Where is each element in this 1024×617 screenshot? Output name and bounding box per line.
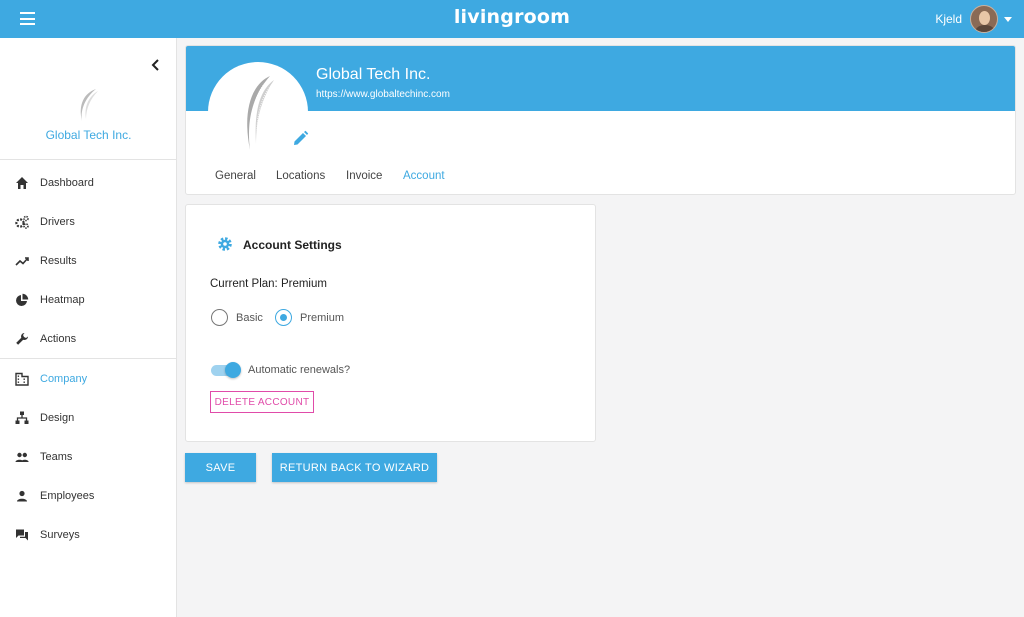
- avatar: [970, 5, 998, 33]
- edit-pencil-icon[interactable]: [292, 130, 309, 147]
- company-title: Global Tech Inc.: [316, 66, 431, 83]
- tab-invoice[interactable]: Invoice: [346, 170, 382, 182]
- radio-premium[interactable]: [275, 309, 292, 326]
- company-header-card: Global Tech Inc. https://www.globaltechi…: [185, 45, 1016, 195]
- home-icon: [16, 177, 28, 189]
- sidebar-item-label: Dashboard: [40, 177, 94, 189]
- company-logo: [80, 89, 98, 121]
- divider: [0, 358, 177, 359]
- sidebar-item-label: Company: [40, 373, 88, 385]
- top-bar: livingroom Kjeld: [0, 0, 1024, 38]
- people-icon: [15, 452, 29, 462]
- sidebar-item-company[interactable]: Company: [0, 364, 176, 394]
- gear-icon: [218, 237, 232, 251]
- sidebar-item-label: Drivers: [40, 216, 75, 228]
- auto-renewal-toggle[interactable]: [211, 362, 241, 378]
- settings-title: Account Settings: [243, 238, 342, 252]
- sidebar-item-label: Results: [40, 255, 77, 267]
- company-url[interactable]: https://www.globaltechinc.com: [316, 89, 450, 100]
- sidebar-item-surveys[interactable]: Surveys: [0, 520, 176, 550]
- sidebar-item-actions[interactable]: Actions: [0, 324, 176, 354]
- trending-up-icon: [15, 257, 29, 266]
- user-menu[interactable]: Kjeld: [935, 4, 1012, 34]
- delete-account-button[interactable]: DELETE ACCOUNT: [210, 391, 314, 413]
- sidebar-item-label: Surveys: [40, 529, 80, 541]
- chat-bubbles-icon: [16, 529, 28, 541]
- tab-account[interactable]: Account: [403, 170, 445, 182]
- sidebar-item-design[interactable]: Design: [0, 403, 176, 433]
- auto-renewal-label: Automatic renewals?: [248, 364, 351, 376]
- account-settings-card: Account Settings Current Plan: Premium B…: [185, 204, 596, 442]
- sidebar-item-drivers[interactable]: Drivers: [0, 207, 176, 237]
- company-logo: [247, 76, 274, 150]
- brand-logo: livingroom: [453, 6, 571, 28]
- sidebar-item-heatmap[interactable]: Heatmap: [0, 285, 176, 315]
- sidebar-item-teams[interactable]: Teams: [0, 442, 176, 472]
- divider: [0, 159, 177, 160]
- org-chart-icon: [15, 411, 29, 424]
- sidebar-item-label: Employees: [40, 490, 95, 502]
- caret-down-icon: [1004, 16, 1012, 22]
- sidebar: Global Tech Inc. Dashboard Drivers Resul…: [0, 38, 177, 617]
- wrench-icon: [16, 333, 28, 345]
- sidebar-item-employees[interactable]: Employees: [0, 481, 176, 511]
- tab-general[interactable]: General: [215, 170, 256, 182]
- pie-chart-icon: [16, 293, 29, 306]
- radio-basic[interactable]: [211, 309, 228, 326]
- sidebar-item-label: Teams: [40, 451, 73, 463]
- gears-icon: [15, 215, 29, 229]
- person-icon: [17, 490, 27, 502]
- company-logo-circle: [208, 62, 308, 162]
- sidebar-item-label: Design: [40, 412, 75, 424]
- return-to-wizard-button[interactable]: RETURN BACK TO WIZARD: [272, 453, 437, 482]
- chevron-left-icon[interactable]: [149, 58, 163, 72]
- user-name: Kjeld: [935, 12, 962, 26]
- hamburger-icon[interactable]: [20, 12, 35, 25]
- tab-locations[interactable]: Locations: [276, 170, 325, 182]
- current-plan-text: Current Plan: Premium: [210, 278, 327, 290]
- company-banner: [186, 46, 1015, 111]
- sidebar-item-dashboard[interactable]: Dashboard: [0, 168, 176, 198]
- sidebar-company-name: Global Tech Inc.: [45, 128, 132, 142]
- radio-premium-label[interactable]: Premium: [300, 312, 344, 324]
- building-icon: [15, 372, 29, 386]
- radio-basic-label[interactable]: Basic: [236, 312, 263, 324]
- sidebar-item-results[interactable]: Results: [0, 246, 176, 276]
- sidebar-item-label: Heatmap: [40, 294, 85, 306]
- sidebar-item-label: Actions: [40, 333, 77, 345]
- save-button[interactable]: SAVE: [185, 453, 256, 482]
